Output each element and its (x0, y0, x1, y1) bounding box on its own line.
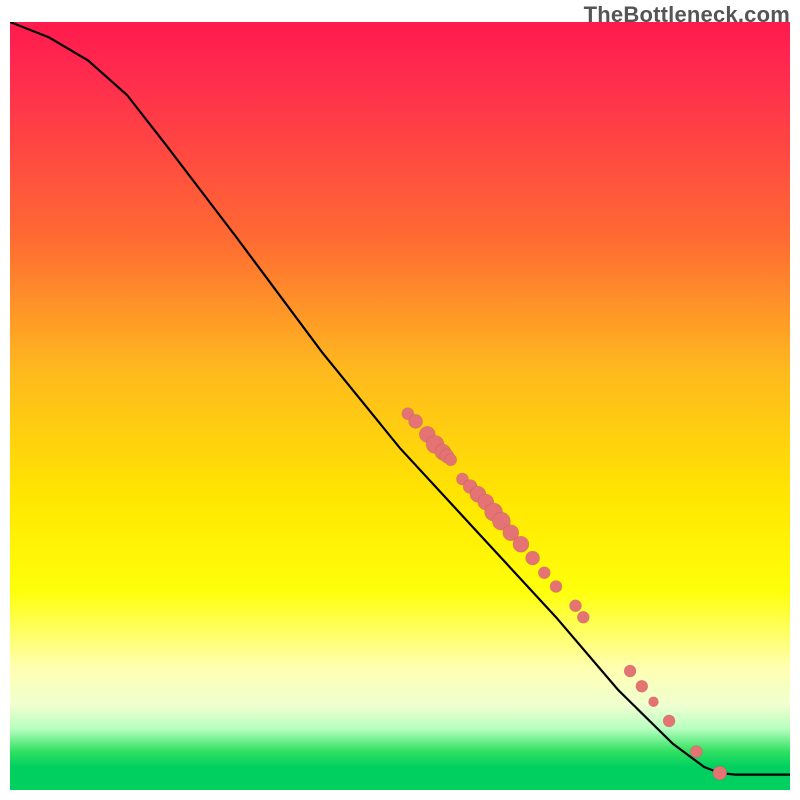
data-point (713, 766, 727, 780)
data-point (636, 680, 648, 692)
data-point (624, 665, 636, 677)
data-point (538, 567, 550, 579)
data-point (649, 697, 659, 707)
data-point (409, 414, 423, 428)
data-point (577, 611, 589, 623)
data-point (526, 551, 540, 565)
data-point (690, 746, 702, 758)
data-point (513, 536, 529, 552)
data-point (570, 600, 582, 612)
plot-area (10, 22, 790, 790)
bottleneck-curve (10, 22, 790, 775)
data-point (663, 715, 675, 727)
data-point (445, 454, 457, 466)
bottleneck-chart: TheBottleneck.com (0, 0, 800, 800)
data-point (550, 581, 562, 593)
scatter-group (402, 408, 727, 780)
curve-layer (10, 22, 790, 790)
